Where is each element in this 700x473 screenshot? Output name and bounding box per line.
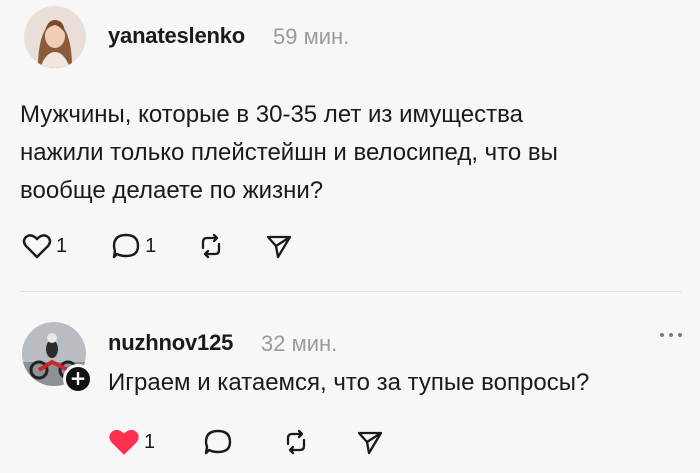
repost-button[interactable] xyxy=(196,232,226,260)
post-text-line: Мужчины, которые в 30-35 лет из имуществ… xyxy=(20,101,523,128)
more-dots-icon[interactable] xyxy=(660,333,682,337)
send-icon xyxy=(264,232,294,260)
heart-filled-icon xyxy=(108,427,140,457)
like-count: 1 xyxy=(56,234,68,257)
comment-button[interactable]: 1 xyxy=(111,232,156,260)
more-dot xyxy=(678,333,682,337)
comment-bubble-icon xyxy=(203,428,233,456)
post-timestamp: 59 мин. xyxy=(273,24,350,49)
reply-author-username[interactable]: nuzhnov125 xyxy=(108,330,233,356)
follow-plus-button[interactable]: + xyxy=(63,364,93,394)
reply-comment-button[interactable] xyxy=(203,428,233,456)
repost-icon xyxy=(281,428,311,456)
reply-actions: 1 xyxy=(108,427,385,457)
comment-count: 1 xyxy=(145,234,157,257)
reply-like-count: 1 xyxy=(144,430,156,453)
post-text-line: вообще делаете по жизни? xyxy=(20,177,324,204)
send-icon xyxy=(355,428,385,456)
post-divider xyxy=(20,291,682,292)
comment-bubble-icon xyxy=(111,232,141,260)
post-author-avatar[interactable] xyxy=(24,6,86,68)
post-actions: 1 1 xyxy=(22,232,294,260)
post-text: Мужчины, которые в 30-35 лет из имуществ… xyxy=(20,96,680,210)
repost-icon xyxy=(196,232,226,260)
reply-share-button[interactable] xyxy=(355,428,385,456)
reply-timestamp: 32 мин. xyxy=(261,331,338,356)
post-text-line: нажили только плейстейшн и велосипед, чт… xyxy=(20,139,558,166)
share-button[interactable] xyxy=(264,232,294,260)
heart-icon xyxy=(22,232,52,260)
like-button[interactable]: 1 xyxy=(22,232,67,260)
reply-text: Играем и катаемся, что за тупые вопросы? xyxy=(108,369,590,396)
reply-repost-button[interactable] xyxy=(281,428,311,456)
post-author-username[interactable]: yanateslenko xyxy=(108,23,245,49)
reply-like-button[interactable]: 1 xyxy=(108,427,155,457)
more-dot xyxy=(660,333,664,337)
more-dot xyxy=(669,333,673,337)
